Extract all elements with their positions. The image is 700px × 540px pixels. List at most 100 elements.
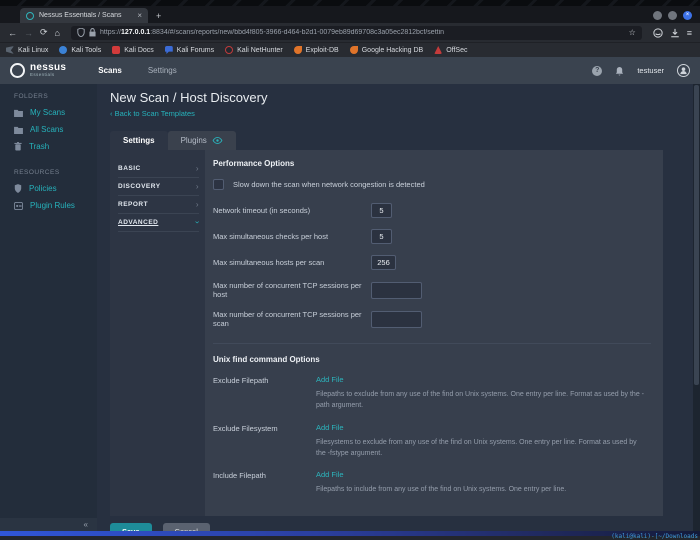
username[interactable]: testuser [637,66,664,75]
kali-forums-icon [164,46,173,54]
sidebar-item-trash[interactable]: Trash [0,138,97,155]
bookmark-exploit-db[interactable]: Exploit-DB [293,46,339,54]
performance-options-heading: Performance Options [213,159,295,168]
settings-nav-advanced[interactable]: ADVANCED › [118,214,202,232]
bookmark-kali-nethunter[interactable]: Kali NetHunter [225,46,283,54]
chevron-right-icon: › [195,182,199,191]
shield-permissions-icon[interactable] [77,28,85,37]
nessus-app: nessus Essentials Scans Settings ? testu… [0,57,700,539]
bookmark-kali-docs[interactable]: Kali Docs [112,46,154,54]
lock-icon[interactable] [89,28,96,37]
max-checks-per-host-input[interactable] [371,229,392,244]
header-right: ? testuser [592,64,690,77]
scrollbar[interactable] [693,84,700,531]
nessus-favicon-icon [26,11,34,20]
add-file-link[interactable]: Add File [316,423,651,432]
brand: nessus Essentials [30,63,66,78]
menu-icon[interactable]: ≡ [687,28,692,38]
field-row: Max number of concurrent TCP sessions pe… [213,281,651,299]
terminal-prompt-text: (kali@kali)-[~/Downloads [611,533,698,540]
sidebar-item-policies[interactable]: Policies [0,180,97,197]
field-row: Max simultaneous hosts per scan [213,255,651,270]
offsec-icon [434,46,443,54]
bookmark-kali-linux[interactable]: Kali Linux [6,46,48,54]
sidebar-item-all-scans[interactable]: All Scans [0,121,97,138]
url-scheme: https:// [99,29,121,36]
notifications-bell-icon[interactable] [615,66,624,76]
back-to-templates-link[interactable]: ‹ Back to Scan Templates [110,109,693,118]
exclude-filesystem-row: Exclude Filesystem Add File Filesystems … [213,423,651,460]
chevron-down-icon: › [192,220,202,225]
back-button[interactable]: ← [8,28,17,38]
exclude-filepath-row: Exclude Filepath Add File Filepaths to e… [213,375,651,412]
settings-nav-report[interactable]: REPORT › [118,196,199,214]
downloads-icon[interactable] [670,28,680,38]
main-content: New Scan / Host Discovery ‹ Back to Scan… [97,84,693,539]
advanced-settings-section: Performance Options Slow down the scan w… [205,150,663,516]
reload-button[interactable]: ⟳ [40,27,48,38]
close-window-button[interactable]: × [683,11,692,20]
terminal-title-bar [0,531,700,536]
window-controls: × [653,11,700,23]
field-row: Network timeout (in seconds) [213,203,651,218]
folders-label: FOLDERS [14,93,49,100]
folder-icon [14,126,23,134]
kali-docs-icon [112,46,121,54]
bookmarks-bar: Kali Linux Kali Tools Kali Docs Kali For… [0,42,700,57]
forward-button[interactable]: → [24,28,33,38]
home-button[interactable]: ⌂ [55,28,60,38]
settings-nav-basic[interactable]: BASIC › [118,160,199,178]
help-icon[interactable]: ? [592,65,603,76]
tab-settings[interactable]: Settings [110,131,168,150]
nessus-logo-icon [10,63,25,78]
sidebar-item-my-scans[interactable]: My Scans [0,104,97,121]
folder-icon [14,109,23,117]
new-tab-button[interactable]: + [156,11,161,21]
nav-scans[interactable]: Scans [98,66,122,75]
tab-close-icon[interactable]: × [137,11,142,20]
kali-nethunter-icon [225,46,234,54]
tab-title: Nessus Essentials / Scans [39,12,122,19]
bookmark-offsec[interactable]: OffSec [434,46,468,54]
account-shield-icon[interactable] [653,27,663,38]
sidebar-item-plugin-rules[interactable]: Plugin Rules [0,197,97,214]
field-row: Max simultaneous checks per host [213,229,651,244]
eye-icon [212,137,223,144]
url-path: :8834/#/scans/reports/new/bbd4f805-3966-… [150,29,445,36]
settings-nav-discovery[interactable]: DISCOVERY › [118,178,199,196]
url-bar[interactable]: https://127.0.0.1:8834/#/scans/reports/n… [70,25,642,40]
bookmark-kali-forums[interactable]: Kali Forums [164,46,214,54]
kali-tools-icon [59,46,68,54]
unix-find-options: Unix find command Options Exclude Filepa… [213,343,651,496]
brand-subtitle: Essentials [30,72,55,78]
bookmark-google-hacking-db[interactable]: Google Hacking DB [349,46,423,54]
maximize-button[interactable] [668,11,677,20]
include-filepath-row: Include Filepath Add File Filepaths to i… [213,470,651,496]
slow-scan-checkbox[interactable] [213,179,224,190]
tab-plugins[interactable]: Plugins [167,131,236,150]
max-tcp-sessions-per-scan-input[interactable] [371,310,422,328]
nav-settings[interactable]: Settings [148,66,177,75]
chevron-right-icon: › [195,164,199,173]
url-text: https://127.0.0.1:8834/#/scans/reports/n… [100,29,625,36]
chevron-right-icon: › [195,200,199,209]
bookmark-star-icon[interactable]: ☆ [629,28,636,37]
max-hosts-per-scan-input[interactable] [371,255,396,270]
settings-nav: BASIC › DISCOVERY › REPORT › ADVANCED › [110,150,205,516]
minimize-button[interactable] [653,11,662,20]
avatar[interactable] [677,64,690,77]
trash-icon [14,142,22,151]
network-timeout-input[interactable] [371,203,392,218]
sidebar-collapse-button[interactable]: « [0,518,97,531]
add-file-link[interactable]: Add File [316,470,651,479]
browser-tab[interactable]: Nessus Essentials / Scans × [20,8,148,23]
max-tcp-sessions-per-host-input[interactable] [371,281,422,299]
add-file-link[interactable]: Add File [316,375,651,384]
scrollbar-thumb[interactable] [694,85,699,385]
tab-bar: Nessus Essentials / Scans × + × [0,6,700,23]
bookmark-kali-tools[interactable]: Kali Tools [59,46,101,54]
url-host: 127.0.0.1 [121,29,151,36]
bottom-strip: (kali@kali)-[~/Downloads [0,531,700,540]
app-body: FOLDERS My Scans All Scans Trash RESOURC… [0,84,700,539]
chevron-left-icon: ‹ [110,109,113,118]
